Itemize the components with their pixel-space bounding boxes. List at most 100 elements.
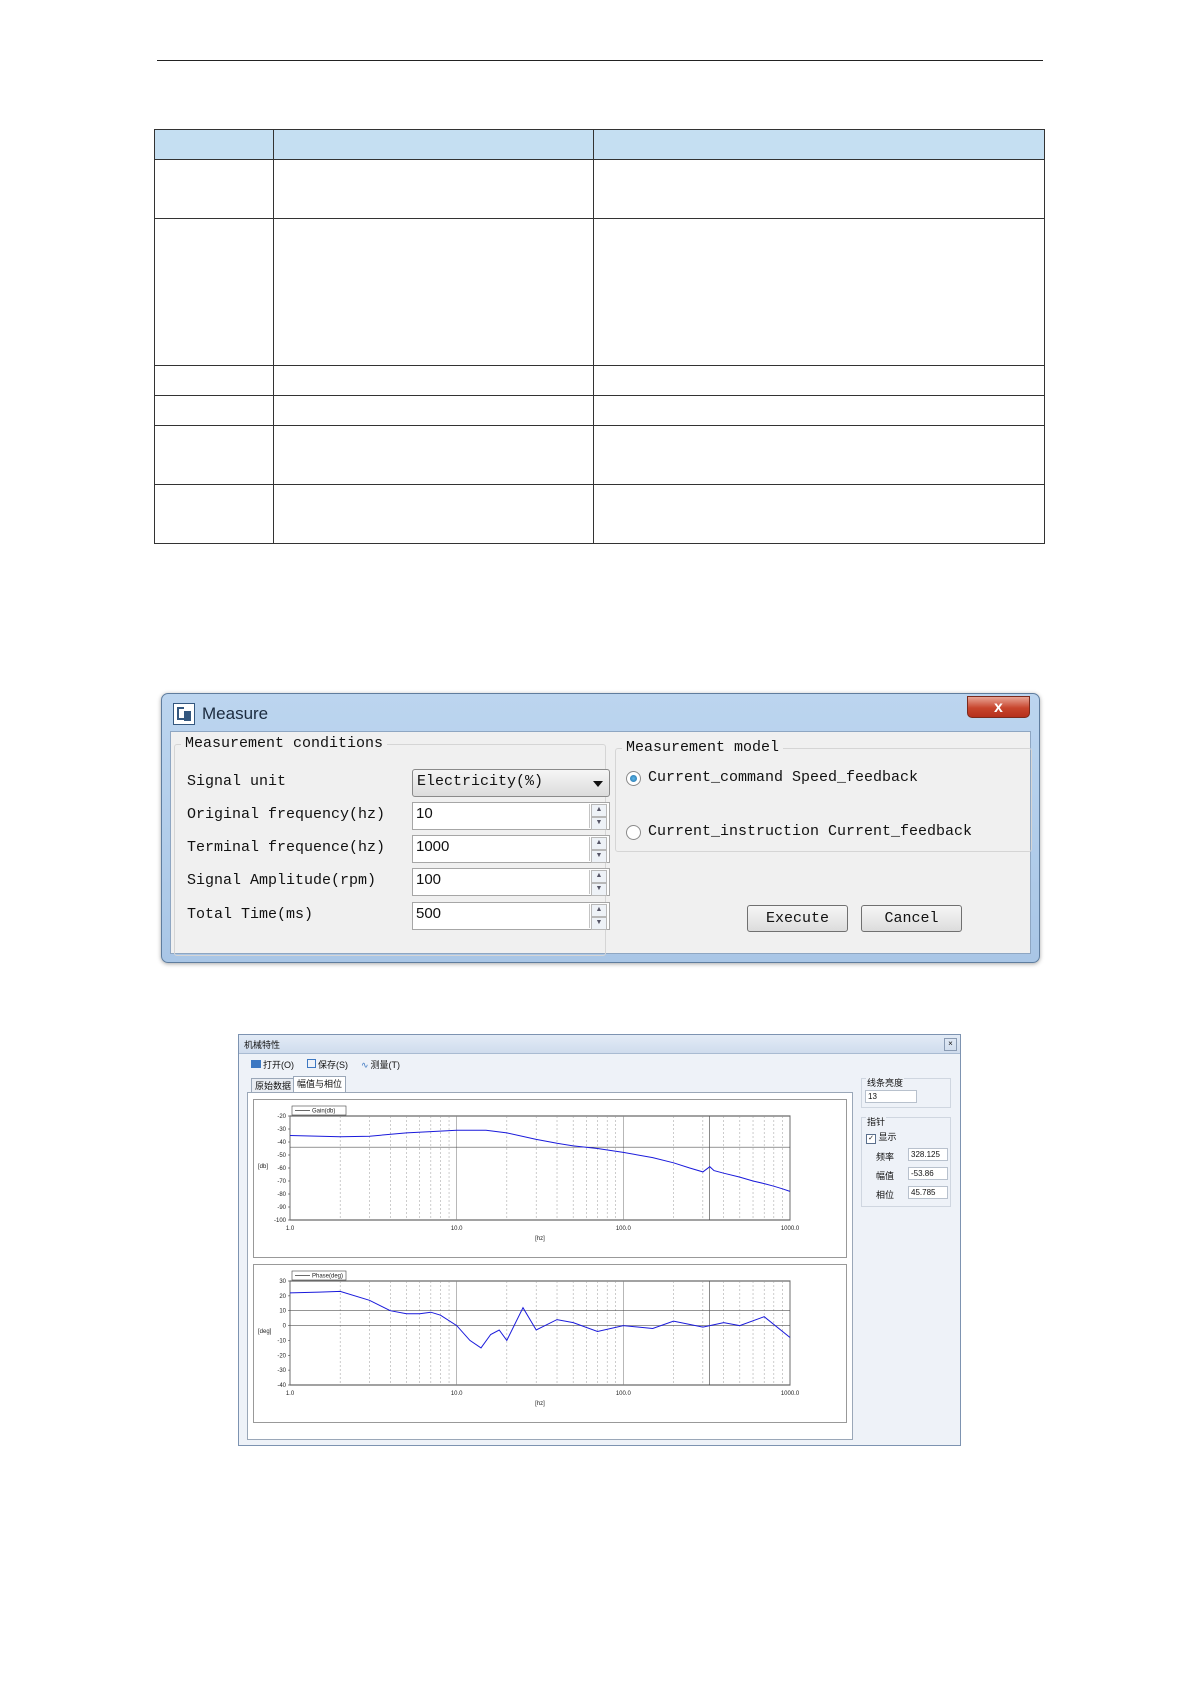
plot-frame bbox=[289, 1280, 791, 1386]
x-tick-label: 1000.0 bbox=[781, 1226, 800, 1232]
table-row bbox=[154, 425, 1045, 485]
phase-value: 45.785 bbox=[908, 1186, 948, 1199]
phase-chart-panel: 1.0 10.0 100.0 1000.0 30 20 10 0 -10 -20 -30 -40 Pha… bbox=[253, 1264, 847, 1423]
total-time-value: 500 bbox=[416, 905, 442, 922]
table-row bbox=[154, 365, 1045, 396]
original-frequency-value: 10 bbox=[416, 805, 433, 822]
measure-dialog: Measure x Measurement conditions Signal … bbox=[161, 693, 1040, 963]
mechanical-characteristics-window: 机械特性 × 打开(O) 保存(S) ∿ 测量(T) 原始数据 幅值与相位 1.0… bbox=[238, 1034, 961, 1446]
show-label: 显示 bbox=[878, 1132, 897, 1142]
y-tick-label: -70 bbox=[277, 1179, 286, 1185]
header-rule bbox=[157, 60, 1043, 61]
frequency-label: 频率 bbox=[876, 1152, 895, 1162]
gain-chart: 1.0 10.0 100.0 1000.0 -20 -30 -40 -50 -60 -70 -80 -… bbox=[258, 1105, 800, 1242]
x-tick-label: 100.0 bbox=[616, 1391, 632, 1397]
model-radio-1[interactable] bbox=[626, 771, 641, 786]
y-tick-label: -10 bbox=[277, 1338, 286, 1344]
cancel-button[interactable]: Cancel bbox=[861, 905, 962, 932]
dialog-title: Measure bbox=[202, 704, 269, 723]
signal-amplitude-input[interactable]: 100 ▲ ▼ bbox=[412, 868, 610, 896]
model-option-1-label[interactable]: Current_command Speed_feedback bbox=[648, 769, 918, 786]
save-icon bbox=[307, 1059, 316, 1068]
tab-raw-data[interactable]: 原始数据 bbox=[251, 1078, 296, 1093]
amplitude-value: -53.86 bbox=[908, 1167, 948, 1180]
checkbox-checked-icon: ✓ bbox=[866, 1134, 876, 1144]
table-header-cell bbox=[593, 129, 1045, 160]
terminal-frequency-label: Terminal frequence(hz) bbox=[187, 839, 386, 856]
pointer-group: 指针 ✓ 显示 频率 328.125 幅值 -53.86 相位 45.785 bbox=[861, 1115, 951, 1207]
brightness-label: 线条亮度 bbox=[866, 1076, 905, 1089]
parameter-table bbox=[154, 129, 1045, 544]
pointer-label: 指针 bbox=[866, 1115, 887, 1128]
terminal-frequency-input[interactable]: 1000 ▲ ▼ bbox=[412, 835, 610, 863]
y-axis-label: [deg] bbox=[258, 1329, 272, 1335]
terminal-frequency-value: 1000 bbox=[416, 838, 450, 855]
y-tick-label: -30 bbox=[277, 1127, 286, 1133]
y-axis-label: [db] bbox=[258, 1164, 268, 1170]
table-header-row bbox=[154, 129, 1045, 160]
y-tick-label: 10 bbox=[279, 1309, 286, 1315]
x-axis-label: [hz] bbox=[535, 1236, 545, 1242]
y-tick-label: -60 bbox=[277, 1166, 286, 1172]
table-row bbox=[154, 395, 1045, 426]
x-tick-label: 100.0 bbox=[616, 1226, 632, 1232]
brightness-group: 线条亮度 13 bbox=[861, 1076, 951, 1108]
folder-icon bbox=[251, 1060, 261, 1068]
execute-button[interactable]: Execute bbox=[747, 905, 848, 932]
close-icon[interactable]: × bbox=[944, 1038, 957, 1051]
table-header-cell bbox=[154, 129, 274, 160]
total-time-input[interactable]: 500 ▲ ▼ bbox=[412, 902, 610, 930]
dialog-client-area: Measurement conditions Signal unit Elect… bbox=[170, 731, 1032, 956]
spinner-icon[interactable]: ▲ ▼ bbox=[589, 870, 608, 896]
plot-area: 1.0 10.0 100.0 1000.0 -20 -30 -40 -50 -60 -70 -80 -… bbox=[247, 1092, 853, 1440]
signal-amplitude-label: Signal Amplitude(rpm) bbox=[187, 872, 377, 889]
legend-entry: Phase(deg) bbox=[312, 1274, 343, 1280]
brightness-value: 13 bbox=[868, 1092, 877, 1101]
y-tick-label: 30 bbox=[279, 1279, 286, 1285]
phase-label: 相位 bbox=[876, 1190, 895, 1200]
window-titlebar: 机械特性 × bbox=[239, 1035, 960, 1054]
amplitude-label: 幅值 bbox=[876, 1171, 895, 1181]
toolbar-measure-button[interactable]: ∿ 测量(T) bbox=[361, 1058, 400, 1071]
y-tick-label: -80 bbox=[277, 1192, 286, 1198]
signal-unit-label: Signal unit bbox=[187, 773, 287, 790]
wave-icon: ∿ bbox=[361, 1060, 369, 1070]
model-legend: Measurement model bbox=[622, 739, 784, 756]
y-tick-label: -20 bbox=[277, 1114, 286, 1120]
tab-amplitude-phase[interactable]: 幅值与相位 bbox=[293, 1076, 347, 1093]
phase-chart: 1.0 10.0 100.0 1000.0 30 20 10 0 -10 -20 -30 -40 Pha… bbox=[258, 1270, 800, 1407]
show-checkbox[interactable]: ✓ 显示 bbox=[866, 1130, 897, 1144]
signal-amplitude-value: 100 bbox=[416, 871, 442, 888]
y-tick-label: -50 bbox=[277, 1153, 286, 1159]
spinner-icon[interactable]: ▲ ▼ bbox=[589, 837, 608, 863]
spinner-icon[interactable]: ▲ ▼ bbox=[589, 904, 608, 930]
original-frequency-label: Original frequency(hz) bbox=[187, 806, 386, 823]
signal-unit-select[interactable]: Electricity(%) bbox=[412, 769, 610, 797]
model-radio-2[interactable] bbox=[626, 825, 641, 840]
table-header-cell bbox=[273, 129, 594, 160]
y-tick-label: -40 bbox=[277, 1383, 286, 1389]
x-tick-label: 10.0 bbox=[451, 1226, 463, 1232]
gain-chart-panel: 1.0 10.0 100.0 1000.0 -20 -30 -40 -50 -60 -70 -80 -… bbox=[253, 1099, 847, 1258]
table-row bbox=[154, 159, 1045, 219]
y-tick-label: 0 bbox=[283, 1324, 287, 1330]
x-tick-label: 10.0 bbox=[451, 1391, 463, 1397]
y-tick-label: -20 bbox=[277, 1353, 286, 1359]
spinner-icon[interactable]: ▲ ▼ bbox=[589, 804, 608, 830]
model-option-2-label[interactable]: Current_instruction Current_feedback bbox=[648, 823, 972, 840]
toolbar-open-button[interactable]: 打开(O) bbox=[251, 1058, 294, 1071]
toolbar-save-button[interactable]: 保存(S) bbox=[307, 1058, 348, 1071]
y-tick-label: -40 bbox=[277, 1140, 286, 1146]
x-axis-label: [hz] bbox=[535, 1401, 545, 1407]
y-tick-label: -30 bbox=[277, 1368, 286, 1374]
table-row bbox=[154, 218, 1045, 366]
brightness-input[interactable]: 13 bbox=[865, 1090, 917, 1103]
y-tick-label: 20 bbox=[279, 1294, 286, 1300]
plot-frame bbox=[289, 1115, 791, 1221]
signal-unit-value: Electricity(%) bbox=[417, 773, 544, 790]
window-title: 机械特性 bbox=[244, 1040, 281, 1050]
total-time-label: Total Time(ms) bbox=[187, 906, 314, 923]
y-tick-label: -100 bbox=[274, 1218, 287, 1224]
close-button[interactable]: x bbox=[967, 696, 1030, 718]
original-frequency-input[interactable]: 10 ▲ ▼ bbox=[412, 802, 610, 830]
